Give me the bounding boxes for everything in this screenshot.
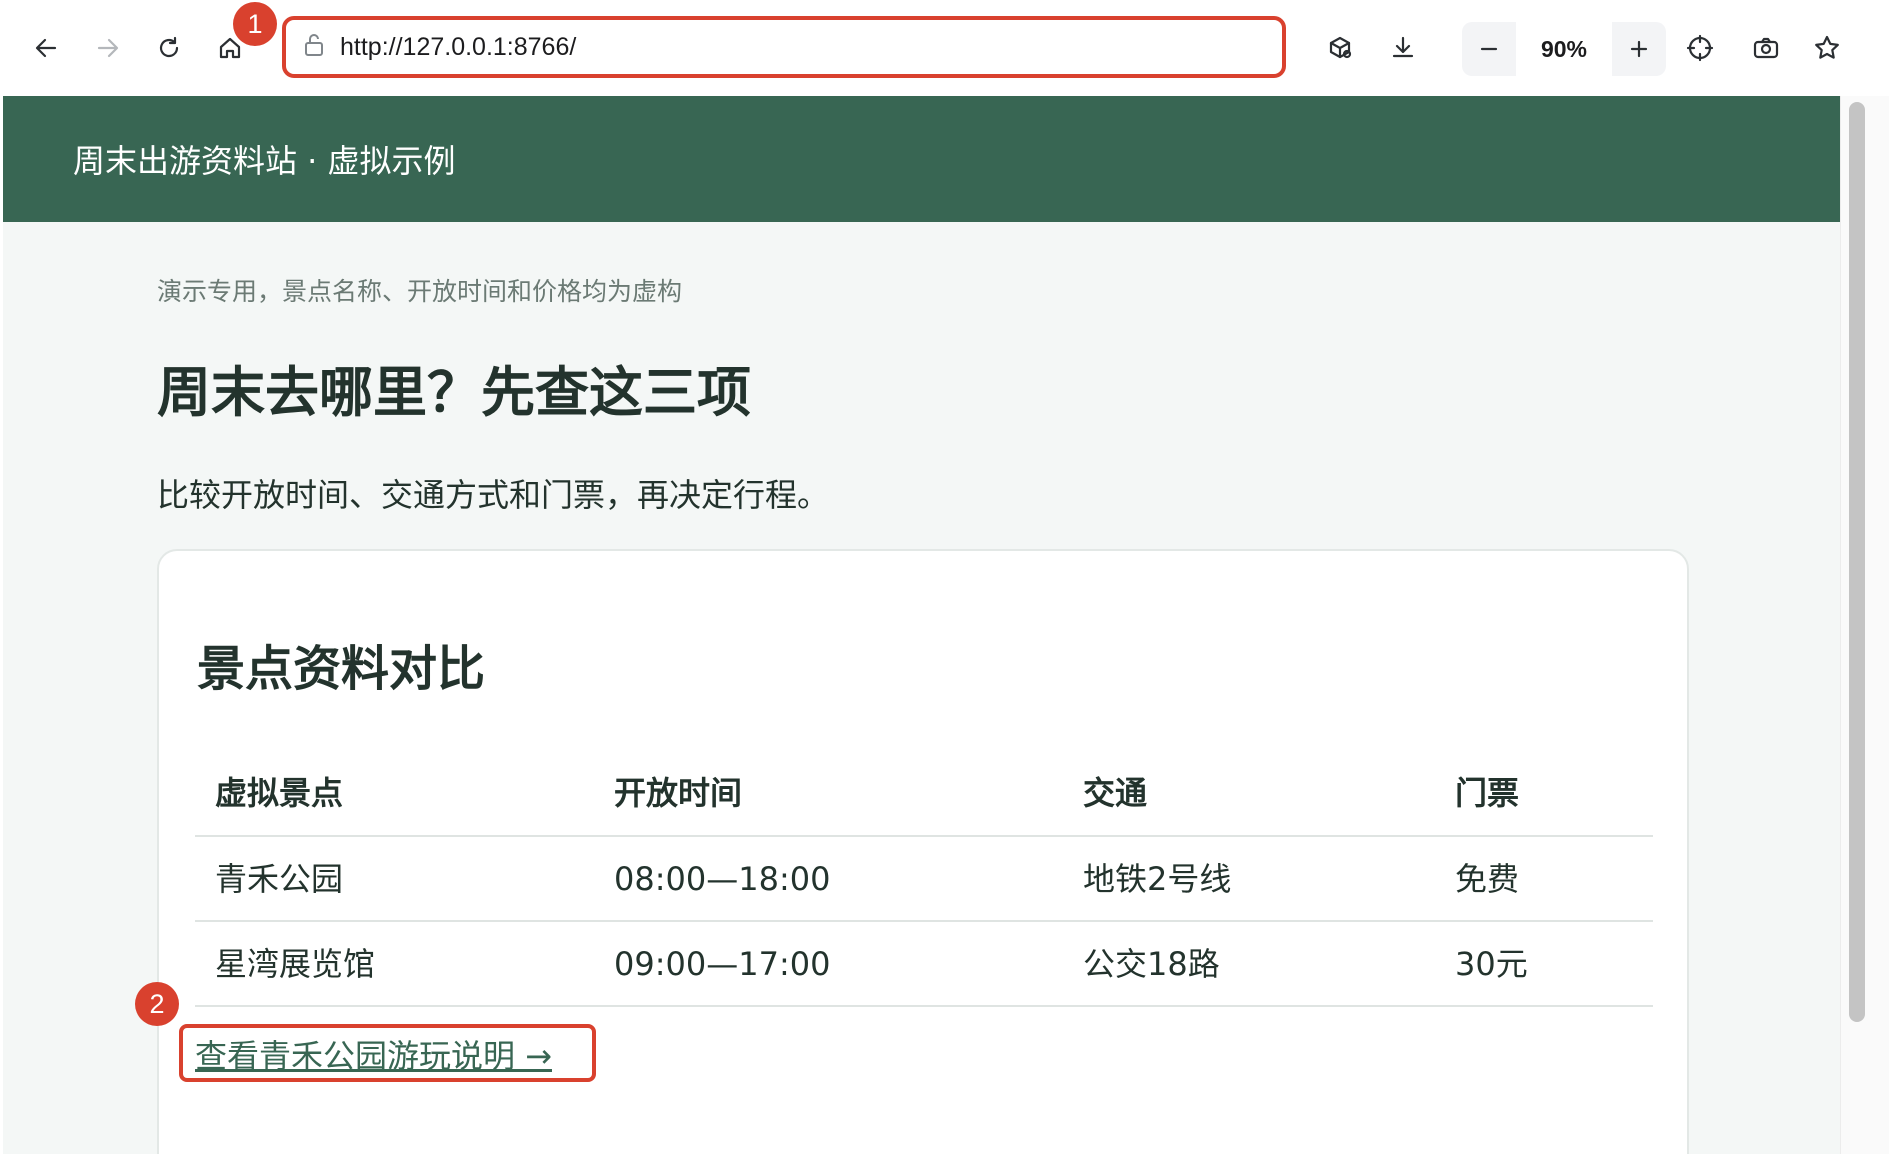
site-title: 周末出游资料站 · 虚拟示例 bbox=[73, 142, 456, 180]
address-bar[interactable]: http://127.0.0.1:8766/ bbox=[282, 16, 1286, 78]
download-icon bbox=[1392, 36, 1414, 58]
arrow-right-icon bbox=[97, 38, 119, 58]
cell-attraction: 星湾展览馆 bbox=[215, 945, 376, 983]
back-button[interactable] bbox=[22, 24, 70, 72]
bookmark-button[interactable] bbox=[1803, 24, 1851, 72]
crosshair-icon bbox=[1686, 34, 1714, 62]
url-text[interactable]: http://127.0.0.1:8766/ bbox=[340, 33, 576, 62]
camera-icon bbox=[1753, 37, 1779, 59]
package-search-icon bbox=[1329, 36, 1352, 59]
reload-button[interactable] bbox=[145, 24, 193, 72]
column-header-ticket: 门票 bbox=[1455, 774, 1520, 812]
minus-icon bbox=[1480, 47, 1498, 51]
site-header: 周末出游资料站 · 虚拟示例 bbox=[3, 96, 1840, 222]
cell-hours: 09:00—17:00 bbox=[614, 945, 831, 983]
plus-icon bbox=[1630, 40, 1648, 58]
reload-icon bbox=[159, 36, 179, 58]
card-title: 景点资料对比 bbox=[197, 641, 486, 697]
table-row: 青禾公园 08:00—18:00 地铁2号线 免费 bbox=[195, 837, 1653, 922]
cell-hours: 08:00—18:00 bbox=[614, 860, 831, 898]
park-guide-link[interactable]: 查看青禾公园游玩说明 → bbox=[195, 1031, 552, 1077]
column-header-hours: 开放时间 bbox=[614, 774, 743, 812]
page-title: 周末去哪里？先查这三项 bbox=[157, 361, 751, 424]
page-viewport: 周末出游资料站 · 虚拟示例 演示专用，景点名称、开放时间和价格均为虚构 周末去… bbox=[3, 96, 1840, 1154]
cell-transport: 公交18路 bbox=[1083, 945, 1220, 983]
cell-ticket: 免费 bbox=[1455, 860, 1520, 898]
zoom-level[interactable]: 90% bbox=[1516, 22, 1612, 76]
arrow-left-icon bbox=[35, 38, 57, 58]
cell-attraction: 青禾公园 bbox=[215, 860, 344, 898]
column-header-attraction: 虚拟景点 bbox=[215, 774, 344, 812]
extension-button[interactable] bbox=[1316, 24, 1364, 72]
column-header-transport: 交通 bbox=[1083, 774, 1148, 812]
page-lead: 比较开放时间、交通方式和门票，再决定行程。 bbox=[157, 476, 830, 514]
cell-ticket: 30元 bbox=[1455, 945, 1528, 983]
browser-toolbar: http://127.0.0.1:8766/ 90% 1 bbox=[0, 0, 1889, 96]
screenshot-button[interactable] bbox=[1742, 24, 1790, 72]
zoom-out-button[interactable] bbox=[1462, 22, 1516, 76]
table-row: 星湾展览馆 09:00—17:00 公交18路 30元 bbox=[195, 922, 1653, 1007]
annotation-badge-1: 1 bbox=[233, 2, 277, 46]
crosshair-button[interactable] bbox=[1676, 24, 1724, 72]
disclaimer-note: 演示专用，景点名称、开放时间和价格均为虚构 bbox=[157, 277, 683, 306]
cell-transport: 地铁2号线 bbox=[1083, 860, 1232, 898]
forward-button[interactable] bbox=[84, 24, 132, 72]
annotation-badge-2: 2 bbox=[135, 982, 179, 1026]
comparison-table: 虚拟景点 开放时间 交通 门票 青禾公园 08:00—18:00 地铁2号线 免… bbox=[195, 751, 1653, 1007]
zoom-controls: 90% bbox=[1462, 22, 1666, 76]
table-header-row: 虚拟景点 开放时间 交通 门票 bbox=[195, 751, 1653, 837]
downloads-button[interactable] bbox=[1379, 24, 1427, 72]
lock-icon bbox=[302, 32, 326, 62]
comparison-card: 景点资料对比 虚拟景点 开放时间 交通 门票 青禾公园 08:00—18:00 … bbox=[157, 549, 1689, 1154]
star-icon bbox=[1815, 35, 1839, 59]
zoom-in-button[interactable] bbox=[1612, 22, 1666, 76]
scrollbar-thumb[interactable] bbox=[1849, 102, 1865, 1022]
